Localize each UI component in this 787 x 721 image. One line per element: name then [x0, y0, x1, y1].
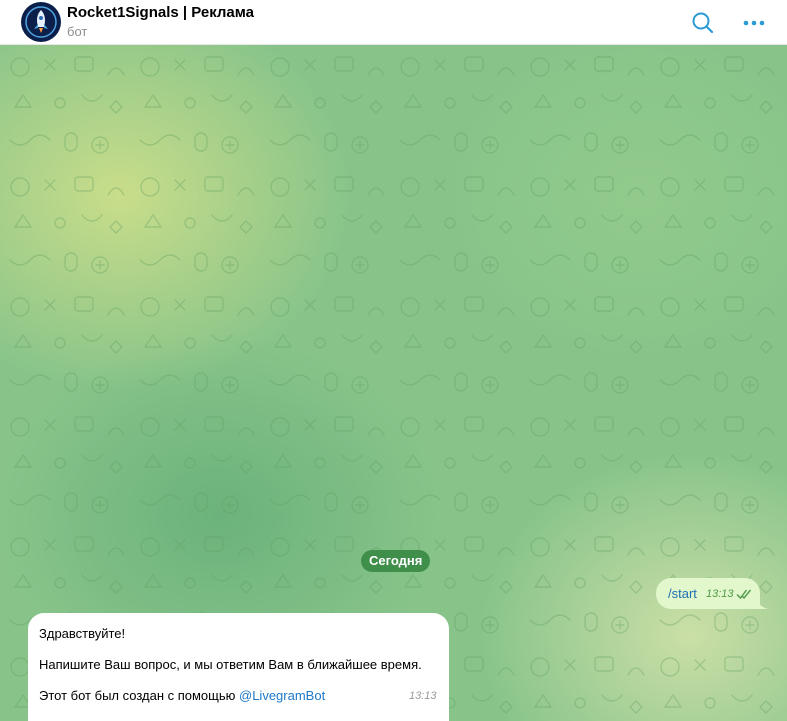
rocket-logo-icon [22, 3, 60, 41]
chat-subtitle: бот [67, 24, 88, 39]
incoming-message-time: 13:13 [409, 690, 437, 702]
search-button[interactable] [689, 9, 717, 37]
outgoing-message-text[interactable]: /start [668, 586, 697, 601]
message-body: Напишите Ваш вопрос, и мы ответим Вам в … [39, 657, 422, 672]
message-footer: Этот бот был создан с помощью @LivegramB… [39, 688, 325, 703]
chat-area[interactable]: Сегодня /start 13:13 Здравствуйте! Напиш… [0, 45, 787, 721]
livegram-bot-link[interactable]: @LivegramBot [239, 688, 325, 703]
date-separator: Сегодня [361, 550, 431, 572]
outgoing-message-time: 13:13 [706, 588, 734, 600]
chat-title[interactable]: Rocket1Signals | Реклама [67, 4, 254, 21]
bot-avatar[interactable] [21, 2, 61, 42]
incoming-message[interactable]: Здравствуйте! Напишите Ваш вопрос, и мы … [28, 613, 449, 721]
double-check-icon [736, 589, 752, 600]
chat-header: Rocket1Signals | Реклама бот [0, 0, 787, 45]
more-button[interactable] [740, 9, 768, 37]
outgoing-message[interactable]: /start 13:13 [656, 578, 760, 609]
message-greeting: Здравствуйте! [39, 626, 126, 641]
more-dots-icon [743, 20, 765, 26]
message-footer-text: Этот бот был создан с помощью [39, 688, 239, 703]
search-icon [692, 12, 714, 34]
